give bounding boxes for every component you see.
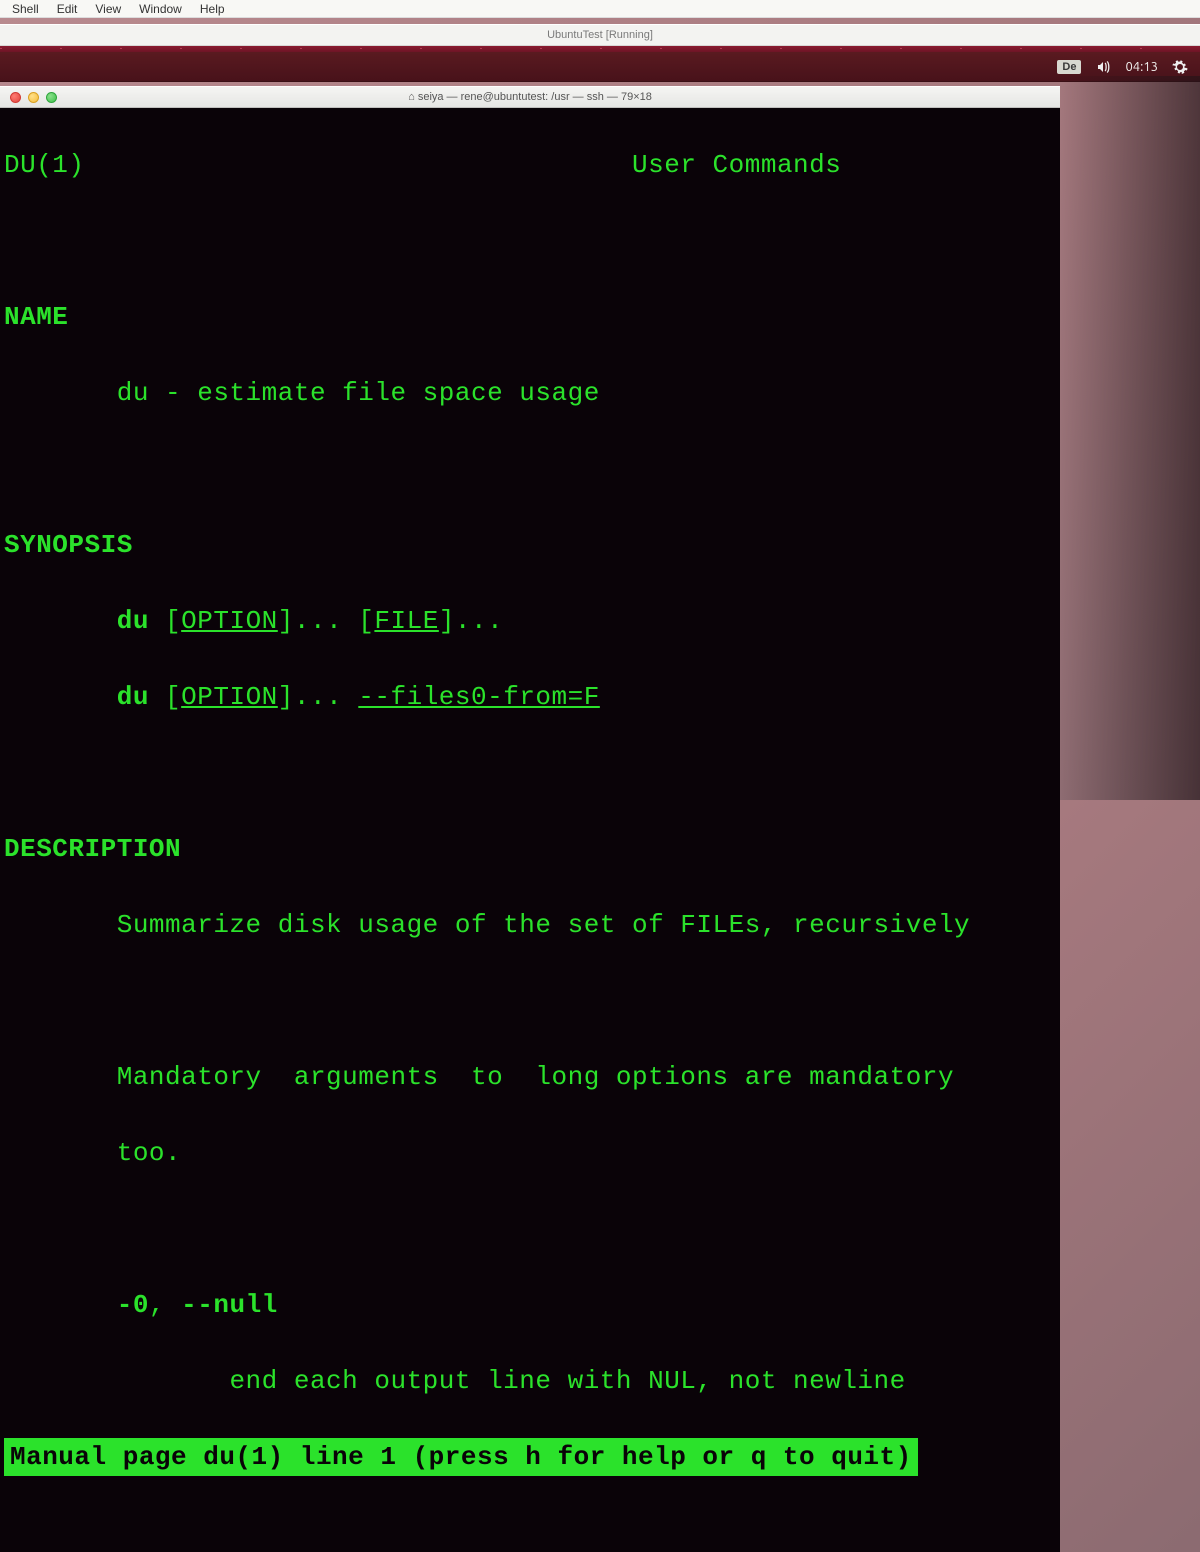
menu-help[interactable]: Help bbox=[200, 2, 225, 16]
synopsis-option-2: OPTION bbox=[181, 682, 278, 712]
man-header-center: User Commands bbox=[632, 150, 841, 180]
ubuntu-panel: De 04:13 bbox=[0, 52, 1200, 82]
panel-clock[interactable]: 04:13 bbox=[1125, 60, 1158, 74]
close-icon[interactable] bbox=[10, 92, 21, 103]
synopsis-cmd: du bbox=[117, 606, 149, 636]
man-status-line: Manual page du(1) line 1 (press h for he… bbox=[4, 1438, 918, 1476]
terminal-titlebar[interactable]: ⌂ seiya — rene@ubuntutest: /usr — ssh — … bbox=[0, 86, 1060, 108]
terminal-window: ⌂ seiya — rene@ubuntutest: /usr — ssh — … bbox=[0, 86, 1060, 1552]
mac-menubar: Shell Edit View Window Help bbox=[0, 0, 1200, 18]
man-desc-2b: too. bbox=[117, 1138, 181, 1168]
keyboard-layout-indicator[interactable]: De bbox=[1057, 60, 1081, 74]
man-opt-desc: end each output line with NUL, not newli… bbox=[229, 1366, 905, 1396]
window-controls bbox=[0, 92, 57, 103]
terminal-content[interactable]: DU(1) User Commands NAME du - estimate f… bbox=[0, 108, 1060, 1552]
man-section-description: DESCRIPTION bbox=[0, 830, 1060, 868]
menu-edit[interactable]: Edit bbox=[57, 2, 78, 16]
synopsis-cmd-2: du bbox=[117, 682, 149, 712]
man-name-line: du - estimate file space usage bbox=[117, 378, 600, 408]
synopsis-option: OPTION bbox=[181, 606, 278, 636]
menu-shell[interactable]: Shell bbox=[12, 2, 39, 16]
gear-icon[interactable] bbox=[1172, 59, 1188, 75]
man-opt-long: --null bbox=[181, 1290, 278, 1320]
minimize-icon[interactable] bbox=[28, 92, 39, 103]
synopsis-files0: --files0-from=F bbox=[358, 682, 600, 712]
man-header-left: DU(1) bbox=[4, 150, 85, 180]
menu-window[interactable]: Window bbox=[139, 2, 182, 16]
volume-icon[interactable] bbox=[1095, 59, 1111, 75]
maximize-icon[interactable] bbox=[46, 92, 57, 103]
man-desc-1: Summarize disk usage of the set of FILEs… bbox=[117, 910, 970, 940]
menu-view[interactable]: View bbox=[95, 2, 121, 16]
terminal-title: ⌂ seiya — rene@ubuntutest: /usr — ssh — … bbox=[0, 91, 1060, 103]
man-section-name: NAME bbox=[0, 298, 1060, 336]
vm-titlebar: UbuntuTest [Running] bbox=[0, 24, 1200, 46]
ubuntu-accent-strip bbox=[0, 46, 1200, 52]
desktop-background-edge bbox=[1060, 76, 1200, 800]
vm-title-text: UbuntuTest [Running] bbox=[547, 29, 653, 41]
man-opt-short: -0 bbox=[117, 1290, 149, 1320]
synopsis-file: FILE bbox=[374, 606, 438, 636]
man-desc-2a: Mandatory arguments to long options are … bbox=[117, 1062, 954, 1092]
man-section-synopsis: SYNOPSIS bbox=[0, 526, 1060, 564]
